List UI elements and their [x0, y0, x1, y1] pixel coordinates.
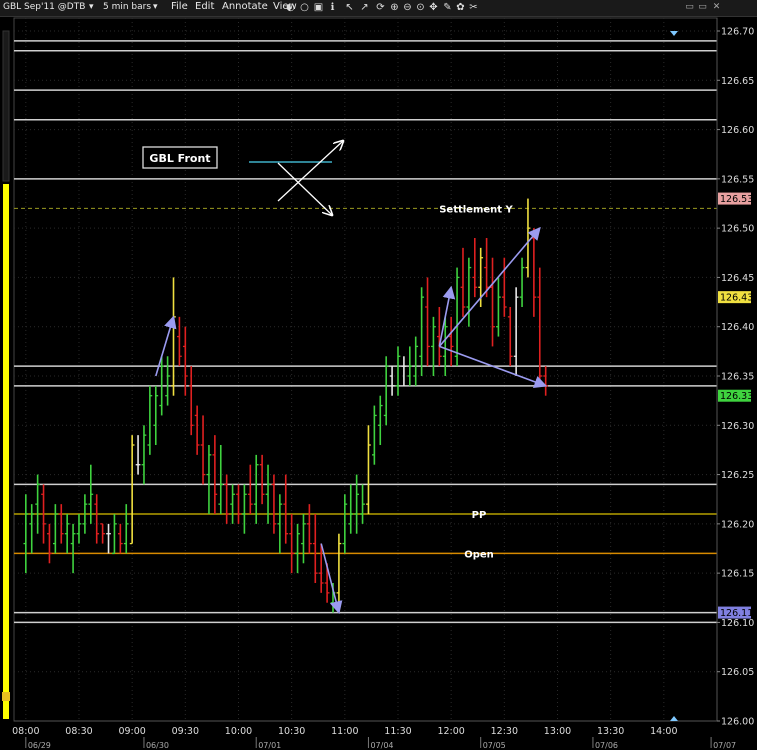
volume-range-bar: [3, 184, 9, 719]
price-chart[interactable]: Settlement YPPOpenGBL Front126.70126.651…: [0, 17, 757, 750]
arrow-icon[interactable]: ↖: [344, 2, 355, 13]
y-tick-label: 126.00: [721, 717, 754, 728]
level-label-settlement: Settlement Y: [439, 204, 513, 215]
refresh-icon[interactable]: ⟳: [375, 2, 386, 13]
chart-background: [0, 17, 757, 750]
fill-circle-icon[interactable]: ◐: [285, 2, 296, 13]
y-tick-label: 126.50: [721, 224, 754, 235]
menu-edit[interactable]: Edit: [195, 1, 214, 12]
y-axis: 126.70 126.65 126.60 126.55 126.50 126.45 126.…: [716, 18, 754, 728]
y-tick-label: 126.25: [721, 470, 754, 481]
y-tick-label: 126.65: [721, 76, 754, 87]
x-tick-label: 11:30: [384, 726, 411, 737]
menu-annotate[interactable]: Annotate: [222, 1, 268, 12]
y-tick-label: 126.15: [721, 569, 754, 580]
x-tick-label: 10:00: [225, 726, 252, 737]
x-tick-label: 08:00: [12, 726, 39, 737]
scroll-track: [2, 30, 10, 182]
date-label: 07/05: [483, 741, 506, 750]
date-label: 06/29: [28, 741, 51, 750]
circle-icon[interactable]: ○: [299, 2, 310, 13]
pan-icon[interactable]: ✥: [428, 2, 439, 13]
x-tick-label: 12:30: [491, 726, 518, 737]
x-tick-label: 11:00: [331, 726, 358, 737]
date-label: 06/30: [146, 741, 169, 750]
restore-icon[interactable]: ▭: [697, 2, 708, 13]
date-label: 07/01: [258, 741, 281, 750]
price-marker-label: 126.43: [720, 293, 753, 304]
y-tick-label: 126.30: [721, 421, 754, 432]
y-tick-label: 126.10: [721, 618, 754, 629]
menu-file[interactable]: File: [171, 1, 188, 12]
settings-icon[interactable]: ✿: [455, 2, 466, 13]
zoom-out-icon[interactable]: ⊖: [402, 2, 413, 13]
info-icon[interactable]: ℹ: [327, 2, 338, 13]
close-icon[interactable]: ✕: [711, 2, 722, 13]
contract-selector[interactable]: GBL Sep'11 @DTB: [3, 2, 85, 12]
zoom-in-icon[interactable]: ⊕: [389, 2, 400, 13]
snapshot-icon[interactable]: ▣: [313, 2, 324, 13]
x-tick-label: 09:00: [118, 726, 145, 737]
x-tick-label: 13:00: [544, 726, 571, 737]
dropdown-chevron-icon[interactable]: ▾: [89, 2, 94, 12]
y-tick-label: 126.20: [721, 519, 754, 530]
x-tick-label: 09:30: [172, 726, 199, 737]
x-tick-label: 12:00: [437, 726, 464, 737]
price-marker-label: 126.11: [720, 608, 753, 619]
legend-label: GBL Front: [149, 152, 210, 165]
minimize-icon[interactable]: ▭: [684, 2, 695, 13]
y-tick-label: 126.60: [721, 125, 754, 136]
x-tick-label: 13:30: [597, 726, 624, 737]
y-tick-label: 126.45: [721, 273, 754, 284]
date-label: 07/06: [595, 741, 618, 750]
arrow-icon[interactable]: ↗: [359, 2, 370, 13]
x-tick-label: 10:30: [278, 726, 305, 737]
zoom-fit-icon[interactable]: ⊙: [415, 2, 426, 13]
level-label-pp: PP: [472, 510, 487, 521]
y-tick-label: 126.35: [721, 372, 754, 383]
draw-icon[interactable]: ✎: [442, 2, 453, 13]
y-tick-label: 126.40: [721, 322, 754, 333]
x-tick-label: 08:30: [65, 726, 92, 737]
x-tick-label: 14:00: [650, 726, 677, 737]
date-label: 07/07: [713, 741, 736, 750]
lock-icon: [2, 692, 10, 701]
bar-size-selector[interactable]: 5 min bars: [103, 2, 151, 12]
y-tick-label: 126.55: [721, 174, 754, 185]
price-marker-label: 126.53: [720, 194, 753, 205]
dropdown-chevron-icon[interactable]: ▾: [153, 2, 158, 12]
y-tick-label: 126.70: [721, 27, 754, 38]
y-tick-label: 126.05: [721, 667, 754, 678]
wrench-icon[interactable]: ✂: [468, 2, 479, 13]
price-marker-label: 126.33: [720, 391, 753, 402]
date-label: 07/04: [370, 741, 393, 750]
level-label-open: Open: [464, 549, 494, 560]
